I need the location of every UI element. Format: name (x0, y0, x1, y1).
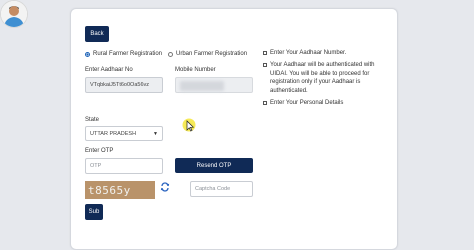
aadhaar-input[interactable]: VTqbkaiJ5Tt6o0Oa56vz (85, 77, 163, 93)
back-button[interactable]: Back (85, 26, 109, 42)
rural-registration-radio[interactable]: Rural Farmer Registration (85, 51, 162, 57)
instruction-text: Enter Your Personal Details (270, 100, 344, 107)
otp-input[interactable]: OTP (85, 158, 163, 174)
masked-mobile-number (180, 81, 224, 91)
urban-registration-label: Urban Farmer Registration (176, 51, 248, 57)
otp-placeholder: OTP (90, 163, 102, 169)
user-avatar[interactable] (0, 0, 28, 28)
instruction-text: Your Aadhaar will be authenticated with … (270, 62, 375, 94)
captcha-placeholder: Captcha Code (195, 186, 231, 192)
instruction-item: Enter Your Personal Details (263, 99, 391, 107)
state-label: State (85, 117, 100, 123)
aadhaar-value: VTqbkaiJ5Tt6o0Oa56vz (90, 82, 150, 88)
mobile-input[interactable] (175, 77, 253, 93)
state-selected-value: UTTAR PRADESH (90, 130, 137, 137)
otp-label: Enter OTP (85, 148, 114, 154)
radio-unselected-icon (168, 51, 173, 57)
person-icon (1, 1, 27, 27)
state-select[interactable]: UTTAR PRADESH ▼ (85, 126, 163, 141)
registration-card: Back Rural Farmer Registration Urban Far… (70, 8, 398, 250)
captcha-input[interactable]: Captcha Code (190, 181, 253, 197)
urban-registration-radio[interactable]: Urban Farmer Registration (168, 51, 247, 57)
mouse-cursor-icon (182, 118, 198, 134)
rural-registration-label: Rural Farmer Registration (93, 51, 163, 57)
chevron-down-icon: ▼ (153, 130, 158, 137)
resend-otp-button[interactable]: Resend OTP (175, 158, 253, 173)
instructions-list: Enter Your Aadhaar Number. Your Aadhaar … (263, 49, 391, 111)
bullet-box-icon (263, 51, 267, 55)
refresh-icon (160, 182, 170, 192)
instruction-item: Enter Your Aadhaar Number. (263, 49, 391, 57)
mobile-label: Mobile Number (175, 67, 216, 73)
radio-selected-icon (85, 51, 90, 57)
bullet-box-icon (263, 63, 267, 68)
instruction-item: Your Aadhaar will be authenticated with … (263, 61, 391, 95)
submit-button[interactable]: Sub (85, 204, 103, 220)
instruction-text: Enter Your Aadhaar Number. (270, 50, 347, 56)
bullet-box-icon (263, 101, 267, 106)
aadhaar-label: Enter Aadhaar No (85, 67, 133, 73)
captcha-image-text: t8565y (88, 183, 131, 197)
refresh-captcha-icon[interactable] (160, 181, 170, 193)
captcha-image: t8565y (85, 181, 155, 199)
